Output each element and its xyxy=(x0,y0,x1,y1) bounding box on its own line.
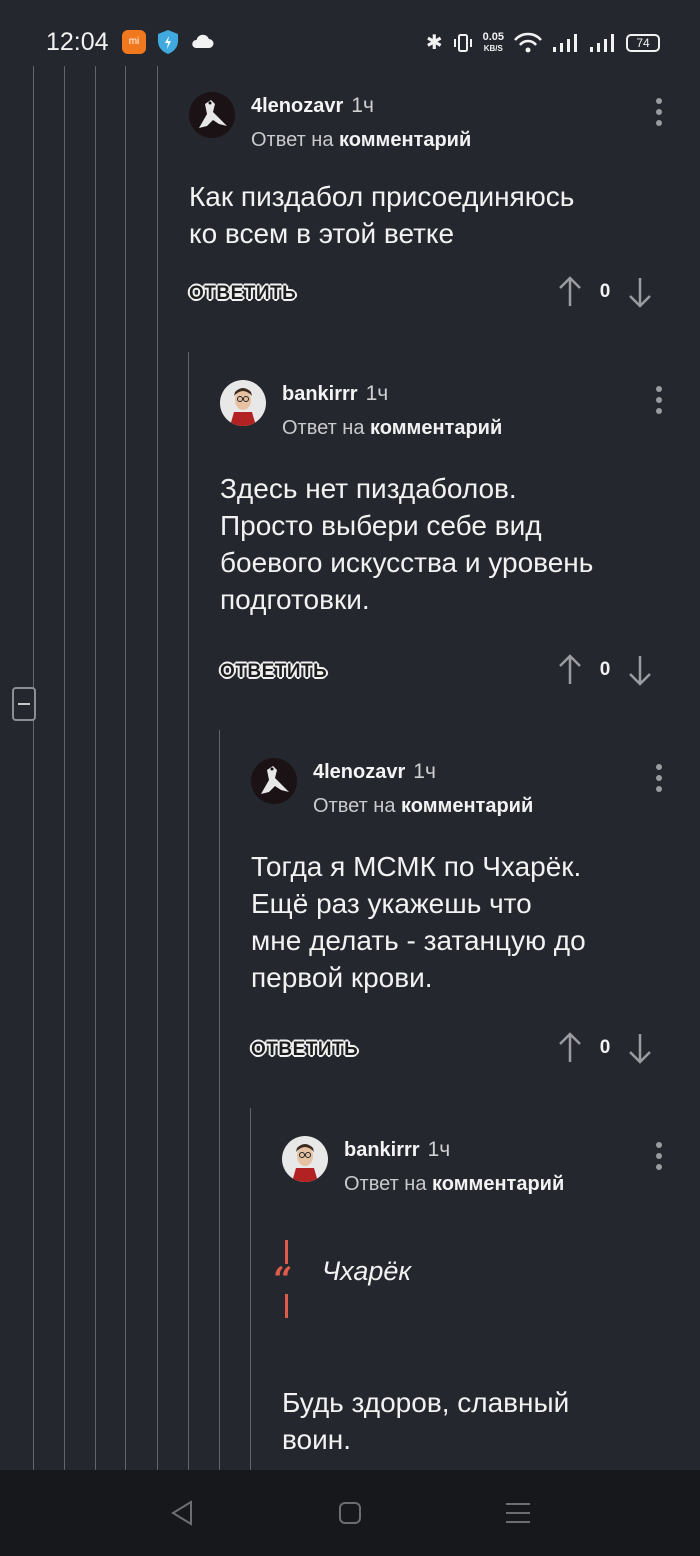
comment-text-line: первой крови. xyxy=(251,962,433,993)
reply-target-link[interactable]: комментарий xyxy=(339,129,471,151)
signal-icon-1 xyxy=(553,33,577,52)
comment-score: 0 xyxy=(599,281,611,302)
comment-time: 1ч xyxy=(365,382,389,405)
reply-target-link[interactable]: комментарий xyxy=(432,1173,564,1195)
home-icon[interactable] xyxy=(335,1498,365,1528)
comment-author[interactable]: bankirrr 1ч xyxy=(344,1138,450,1162)
avatar[interactable] xyxy=(251,758,297,804)
quote-icon: “ xyxy=(273,1260,293,1300)
comment-text: Здесь нет пиздаболов. Просто выбери себе… xyxy=(220,470,593,618)
reply-to: Ответ на комментарий xyxy=(282,417,502,440)
upvote-icon[interactable] xyxy=(557,276,583,308)
comment-text-line: Здесь нет пиздаболов. xyxy=(220,473,517,504)
comment-text-line: Тогда я МСМК по Чхарёк. xyxy=(251,851,582,882)
wifi-icon xyxy=(514,32,542,52)
avatar[interactable] xyxy=(189,92,235,138)
comment-time: 1ч xyxy=(351,94,374,117)
more-options-icon[interactable] xyxy=(655,1142,663,1175)
minus-icon xyxy=(18,703,30,705)
net-speed: 0.05 KB/S xyxy=(482,30,504,54)
comment-time: 1ч xyxy=(427,1138,451,1161)
comment-text-line: ко всем в этой ветке xyxy=(189,218,455,249)
reply-target-link[interactable]: комментарий xyxy=(401,795,533,817)
comment-text-line: Ещё раз укажешь что xyxy=(251,888,532,919)
author-name[interactable]: 4lenozavr xyxy=(251,95,343,117)
status-time: 12:04 xyxy=(46,28,109,56)
author-name[interactable]: 4lenozavr xyxy=(313,761,405,783)
quote-text: Чхарёк xyxy=(322,1256,412,1286)
downvote-icon[interactable] xyxy=(627,276,653,308)
thread-line xyxy=(33,66,34,1470)
battery-icon: 74 xyxy=(626,33,660,52)
vibrate-icon xyxy=(453,33,472,52)
comment-author[interactable]: bankirrr 1ч xyxy=(282,382,388,406)
reply-to: Ответ на комментарий xyxy=(251,129,471,152)
thread-line xyxy=(125,66,126,1470)
reply-prefix: Ответ на xyxy=(313,795,396,817)
person-avatar-icon xyxy=(220,380,266,426)
more-options-icon[interactable] xyxy=(655,386,663,419)
comment-time: 1ч xyxy=(413,760,436,783)
thread-line xyxy=(250,1108,251,1470)
avatar[interactable] xyxy=(282,1136,328,1182)
vote-controls: 0 xyxy=(557,276,653,308)
thread-line xyxy=(188,352,189,1470)
system-nav-bar xyxy=(0,1470,700,1556)
person-avatar-icon xyxy=(282,1136,328,1182)
author-name[interactable]: bankirrr xyxy=(344,1139,420,1161)
shield-icon xyxy=(158,30,178,54)
vote-controls: 0 xyxy=(557,1032,653,1064)
upvote-icon[interactable] xyxy=(557,1032,583,1064)
upvote-icon[interactable] xyxy=(557,654,583,686)
comment-author[interactable]: 4lenozavr 1ч xyxy=(251,94,374,118)
author-name[interactable]: bankirrr xyxy=(282,383,358,405)
reply-button[interactable]: ОТВЕТИТЬ xyxy=(189,283,296,305)
dinosaur-avatar-icon xyxy=(251,758,297,804)
comment-text: Тогда я МСМК по Чхарёк. Ещё раз укажешь … xyxy=(251,848,586,996)
comment-text-line: Просто выбери себе вид xyxy=(220,510,542,541)
comment-text-line: Как пиздабол присоединяюсь xyxy=(189,181,575,212)
status-right: ✱ 0.05 KB/S 74 xyxy=(426,30,660,55)
bluetooth-icon: ✱ xyxy=(425,32,443,54)
downvote-icon[interactable] xyxy=(627,654,653,686)
downvote-icon[interactable] xyxy=(627,1032,653,1064)
comment-text-line: Будь здоров, славный xyxy=(282,1387,570,1418)
quote-bar xyxy=(285,1294,288,1318)
net-speed-value: 0.05 xyxy=(482,30,504,43)
reply-button[interactable]: ОТВЕТИТЬ xyxy=(220,661,327,683)
thread-line xyxy=(95,66,96,1470)
reply-prefix: Ответ на xyxy=(344,1173,427,1195)
status-bar: 12:04 mi ✱ 0.05 KB/S 74 xyxy=(0,0,700,66)
reply-prefix: Ответ на xyxy=(282,417,365,439)
back-icon[interactable] xyxy=(167,1498,197,1528)
more-options-icon[interactable] xyxy=(655,764,663,797)
reply-to: Ответ на комментарий xyxy=(313,795,533,818)
reply-target-link[interactable]: комментарий xyxy=(370,417,502,439)
thread-line xyxy=(64,66,65,1470)
comment-score: 0 xyxy=(599,1037,611,1058)
comment-author[interactable]: 4lenozavr 1ч xyxy=(313,760,436,784)
signal-icon-2 xyxy=(590,33,614,52)
dinosaur-avatar-icon xyxy=(189,92,235,138)
comment-text: Как пиздабол присоединяюсь ко всем в это… xyxy=(189,178,574,252)
reply-prefix: Ответ на xyxy=(251,129,334,151)
thread-line xyxy=(157,66,158,1470)
comment-text-line: мне делать - затанцую до xyxy=(251,925,586,956)
collapse-thread-button[interactable] xyxy=(12,687,36,721)
cloud-icon xyxy=(192,34,214,48)
thread-line xyxy=(219,730,220,1470)
more-options-icon[interactable] xyxy=(655,98,663,131)
comment-text-line: подготовки. xyxy=(220,584,370,615)
comment-text: Будь здоров, славный воин. xyxy=(282,1384,569,1458)
reply-button[interactable]: ОТВЕТИТЬ xyxy=(251,1039,358,1061)
comment-text-line: воин. xyxy=(282,1424,352,1455)
net-speed-unit: KB/S xyxy=(483,43,503,53)
reply-to: Ответ на комментарий xyxy=(344,1173,564,1196)
comment-score: 0 xyxy=(599,659,611,680)
vote-controls: 0 xyxy=(557,654,653,686)
recents-menu-icon[interactable] xyxy=(503,1498,533,1528)
mi-app-icon: mi xyxy=(122,30,146,54)
avatar[interactable] xyxy=(220,380,266,426)
comment-text-line: боевого искусства и уровень xyxy=(220,547,594,578)
